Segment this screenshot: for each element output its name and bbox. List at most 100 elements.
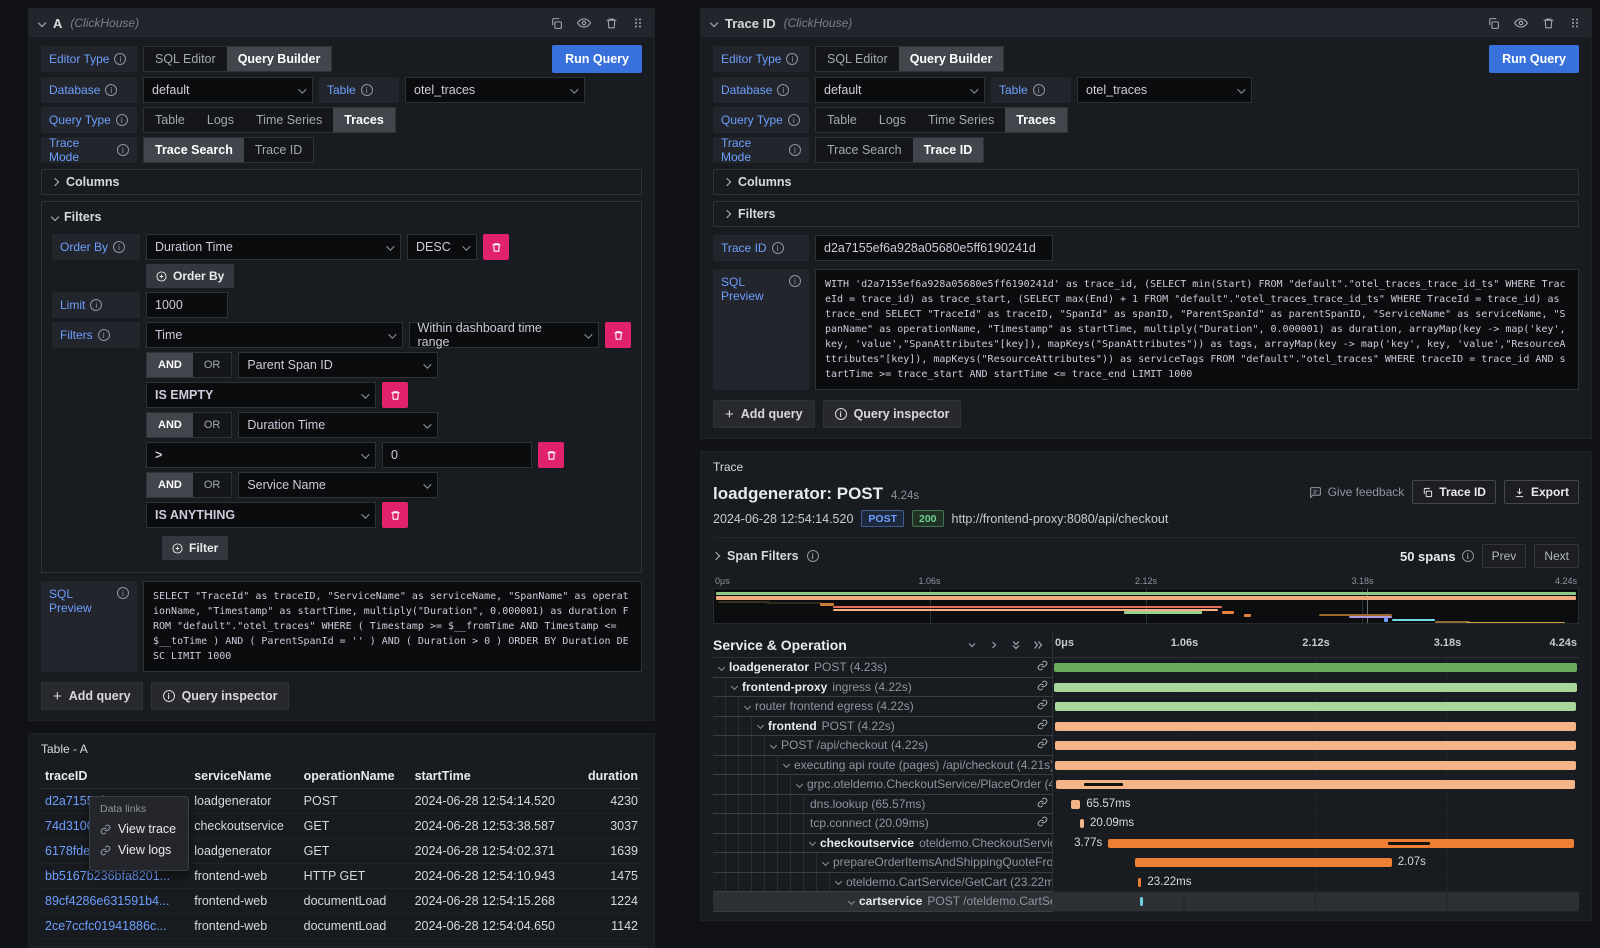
- span-row[interactable]: router frontend egress (4.22s): [713, 697, 1579, 717]
- segment-option[interactable]: Trace ID: [244, 138, 313, 162]
- segment-option[interactable]: Time Series: [917, 108, 1005, 132]
- panel-traceid-header[interactable]: Trace ID (ClickHouse): [701, 9, 1591, 37]
- add-order-by-button[interactable]: Order By: [146, 264, 234, 288]
- chevron-down-icon[interactable]: [770, 742, 777, 749]
- chevron-down-icon[interactable]: [718, 664, 725, 671]
- segment-option[interactable]: Query Builder: [899, 47, 1004, 71]
- span-duration-bar[interactable]: [1135, 858, 1392, 867]
- segment-option[interactable]: Table: [816, 108, 868, 132]
- span-duration-bar[interactable]: [1055, 722, 1576, 731]
- chevron-down-icon[interactable]: [822, 859, 829, 866]
- chevron-down-icon[interactable]: [783, 761, 790, 768]
- column-header[interactable]: traceID: [41, 764, 190, 789]
- table-select[interactable]: otel_traces: [405, 77, 585, 103]
- trace-id-link[interactable]: 89cf4286e631591b4...: [41, 889, 190, 914]
- trash-icon[interactable]: [1542, 17, 1555, 30]
- segment-option[interactable]: Trace ID: [913, 138, 984, 162]
- chevron-down-icon[interactable]: [744, 703, 751, 710]
- remove-order-by-button[interactable]: [483, 234, 509, 260]
- chevron-down-icon[interactable]: [796, 781, 803, 788]
- column-header[interactable]: serviceName: [190, 764, 299, 789]
- editor-type-toggle[interactable]: SQL EditorQuery Builder: [143, 46, 332, 72]
- panel-a-header[interactable]: A (ClickHouse): [29, 9, 654, 37]
- span-link-button[interactable]: [1037, 738, 1052, 752]
- span-duration-bar[interactable]: [1071, 800, 1080, 809]
- columns-section-toggle[interactable]: Columns: [713, 169, 1579, 195]
- trace-mode-toggle[interactable]: Trace SearchTrace ID: [143, 137, 314, 163]
- span-row[interactable]: cartservicePOST /oteldemo.CartService/Ge…: [713, 892, 1579, 912]
- span-duration-bar[interactable]: [1056, 780, 1576, 789]
- duplicate-icon[interactable]: [1487, 17, 1500, 30]
- collapse-panel-icon[interactable]: [710, 19, 718, 27]
- order-by-field-select[interactable]: Duration Time: [146, 234, 401, 260]
- segment-option[interactable]: Time Series: [245, 108, 333, 132]
- query-type-toggle[interactable]: TableLogsTime SeriesTraces: [143, 107, 396, 133]
- span-row[interactable]: grpc.oteldemo.CheckoutService/PlaceOrder…: [713, 775, 1579, 795]
- collapse-one-icon[interactable]: [966, 639, 978, 651]
- add-filter-button[interactable]: Filter: [162, 536, 228, 560]
- database-select[interactable]: default: [815, 77, 985, 103]
- chevron-down-icon[interactable]: [835, 878, 842, 885]
- segment-option[interactable]: Query Builder: [227, 47, 332, 71]
- order-by-dir-select[interactable]: DESC: [407, 234, 477, 260]
- span-row[interactable]: prepareOrderItemsAndShippingQuoteFromCar…: [713, 853, 1579, 873]
- run-query-button[interactable]: Run Query: [552, 45, 642, 73]
- eye-icon[interactable]: [1514, 16, 1528, 30]
- span-row[interactable]: oteldemo.CartService/GetCart (23.22ms)23…: [713, 873, 1579, 893]
- span-duration-bar[interactable]: [1055, 741, 1576, 750]
- trace-mode-toggle[interactable]: Trace SearchTrace ID: [815, 137, 984, 163]
- and-or-toggle[interactable]: AND OR: [146, 472, 232, 498]
- filters-section-toggle[interactable]: Filters: [713, 201, 1579, 227]
- database-select[interactable]: default: [143, 77, 313, 103]
- span-row[interactable]: loadgeneratorPOST (4.23s): [713, 658, 1579, 678]
- condition-field-select[interactable]: Parent Span ID: [238, 352, 438, 378]
- span-duration-bar[interactable]: [1054, 683, 1576, 692]
- view-logs-link[interactable]: View logs: [100, 843, 178, 857]
- span-duration-bar[interactable]: [1138, 878, 1142, 887]
- view-trace-link[interactable]: View trace: [100, 822, 178, 836]
- next-button[interactable]: Next: [1534, 544, 1579, 568]
- query-inspector-button[interactable]: Query inspector: [151, 682, 290, 710]
- collapse-all-icon[interactable]: [1010, 639, 1022, 651]
- trace-id-link[interactable]: 2ce7ccfc01941886c...: [41, 914, 190, 939]
- span-duration-bar[interactable]: [1055, 761, 1575, 770]
- filter-value-select[interactable]: Within dashboard time range: [409, 322, 599, 348]
- condition-value-input[interactable]: 0: [382, 442, 532, 468]
- remove-condition-button[interactable]: [382, 382, 408, 408]
- segment-option[interactable]: Traces: [333, 108, 395, 132]
- span-row[interactable]: executing api route (pages) /api/checkou…: [713, 756, 1579, 776]
- column-header[interactable]: operationName: [300, 764, 411, 789]
- trash-icon[interactable]: [605, 17, 618, 30]
- columns-section-toggle[interactable]: Columns: [41, 169, 642, 195]
- segment-option[interactable]: SQL Editor: [144, 47, 227, 71]
- segment-option[interactable]: Table: [144, 108, 196, 132]
- column-header[interactable]: startTime: [411, 764, 577, 789]
- trace-id-button[interactable]: Trace ID: [1412, 480, 1496, 504]
- segment-option[interactable]: SQL Editor: [816, 47, 899, 71]
- editor-type-toggle[interactable]: SQL EditorQuery Builder: [815, 46, 1004, 72]
- condition-op-select[interactable]: IS ANYTHING: [146, 502, 376, 528]
- span-link-button[interactable]: [1037, 797, 1052, 811]
- span-row[interactable]: dns.lookup (65.57ms)65.57ms: [713, 795, 1579, 815]
- query-type-toggle[interactable]: TableLogsTime SeriesTraces: [815, 107, 1068, 133]
- span-link-button[interactable]: [1037, 660, 1052, 674]
- segment-option[interactable]: Logs: [196, 108, 245, 132]
- span-duration-bar[interactable]: [1080, 819, 1084, 828]
- query-inspector-button[interactable]: Query inspector: [823, 400, 962, 428]
- span-link-button[interactable]: [1037, 699, 1052, 713]
- condition-op-select[interactable]: >: [146, 442, 376, 468]
- span-row[interactable]: frontendPOST (4.22s): [713, 717, 1579, 737]
- add-query-button[interactable]: +Add query: [713, 400, 815, 428]
- span-link-button[interactable]: [1037, 680, 1052, 694]
- span-link-button[interactable]: [1037, 816, 1052, 830]
- table-select[interactable]: otel_traces: [1077, 77, 1252, 103]
- span-row[interactable]: frontend-proxyingress (4.22s): [713, 678, 1579, 698]
- condition-field-select[interactable]: Duration Time: [238, 412, 438, 438]
- limit-input[interactable]: 1000: [146, 292, 228, 318]
- segment-option[interactable]: Traces: [1005, 108, 1067, 132]
- span-duration-bar[interactable]: [1055, 702, 1577, 711]
- chevron-down-icon[interactable]: [848, 898, 855, 905]
- chevron-down-icon[interactable]: [731, 683, 738, 690]
- expand-one-icon[interactable]: [988, 639, 1000, 651]
- remove-filter-button[interactable]: [605, 322, 631, 348]
